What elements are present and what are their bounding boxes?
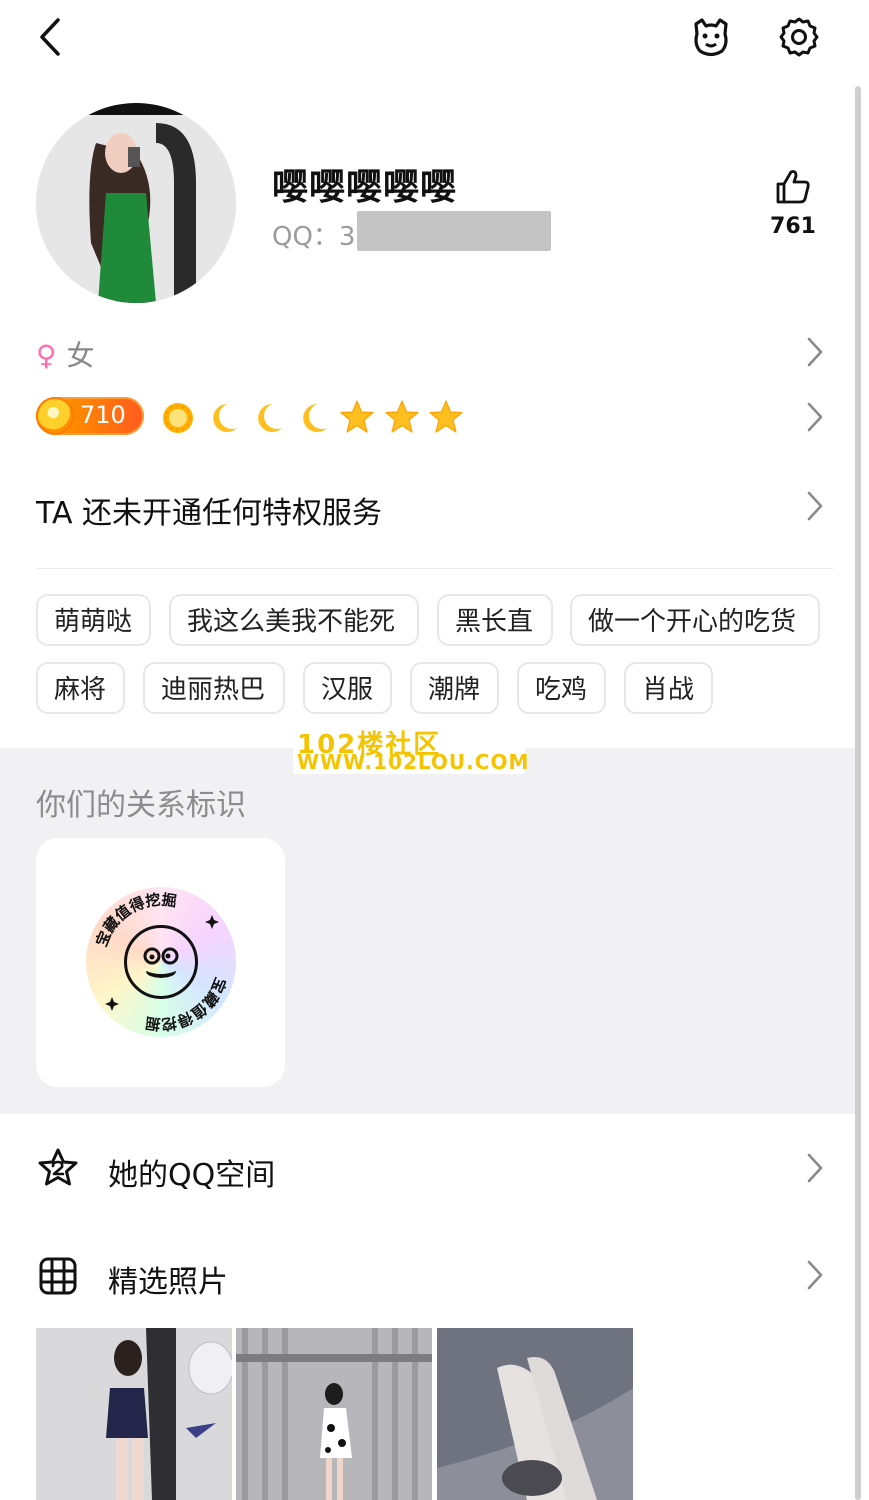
qzone-link[interactable]: 她的QQ空间 <box>108 1150 275 1194</box>
tag-chip[interactable]: 肖战 <box>624 662 713 714</box>
tag-chip[interactable]: 我这么美我不能死 <box>169 594 419 646</box>
featured-photos-link[interactable]: 精选照片 <box>108 1257 228 1301</box>
watermark-url: WWW.102LOU.COM <box>297 750 530 774</box>
privilege-row[interactable]: TA 还未开通任何特权服务 <box>36 488 382 532</box>
moon-icon <box>213 404 237 432</box>
divider <box>36 568 833 569</box>
star-icon <box>340 400 374 433</box>
photo-thumbnail[interactable] <box>437 1328 633 1500</box>
nickname: 嘤嘤嘤嘤嘤 <box>272 167 458 208</box>
chevron-right-icon[interactable] <box>805 1259 825 1291</box>
gender-label: 女 <box>66 339 95 372</box>
tag-chip[interactable]: 迪丽热巴 <box>143 662 285 714</box>
star-icon <box>429 400 463 433</box>
scrollbar[interactable] <box>855 86 861 1500</box>
chevron-right-icon[interactable] <box>805 401 825 433</box>
photo-thumbnail[interactable] <box>236 1328 432 1500</box>
avatar-photo-image <box>36 115 236 303</box>
penguin-face-icon[interactable] <box>688 14 734 60</box>
tag-chip[interactable]: 潮牌 <box>410 662 499 714</box>
tag-chip[interactable]: 做一个开心的吃货 <box>570 594 820 646</box>
thumbs-up-icon[interactable] <box>772 166 814 208</box>
tag-chip[interactable]: 萌萌哒 <box>36 594 151 646</box>
tag-chip[interactable]: 汉服 <box>303 662 392 714</box>
chevron-right-icon[interactable] <box>805 1152 825 1184</box>
chevron-right-icon[interactable] <box>805 336 825 368</box>
tag-chip[interactable]: 黑长直 <box>437 594 553 646</box>
avatar[interactable] <box>36 103 236 303</box>
tag-chip[interactable]: 吃鸡 <box>517 662 606 714</box>
grid-icon <box>39 1257 77 1295</box>
qq-redaction <box>357 211 551 251</box>
relationship-title: 你们的关系标识 <box>36 788 246 823</box>
star-2-icon <box>38 1148 78 1186</box>
star-icon <box>385 400 419 433</box>
tag-chip[interactable]: 麻将 <box>36 662 125 714</box>
gender-row[interactable]: ♀ 女 <box>36 334 95 374</box>
coin-icon <box>38 399 72 433</box>
chevron-right-icon[interactable] <box>805 490 825 522</box>
qq-number: QQ：3 <box>272 222 356 252</box>
moon-icon <box>258 404 282 432</box>
moon-icon <box>303 404 327 432</box>
back-icon[interactable] <box>28 14 74 60</box>
level-number: 710 <box>80 401 126 429</box>
photo-thumbnail[interactable] <box>36 1328 232 1500</box>
gear-icon[interactable] <box>776 14 822 60</box>
female-icon: ♀ <box>36 339 57 372</box>
like-count[interactable]: 761 <box>760 214 826 239</box>
smiley-face-icon <box>143 947 179 978</box>
sun-icon <box>163 403 193 433</box>
